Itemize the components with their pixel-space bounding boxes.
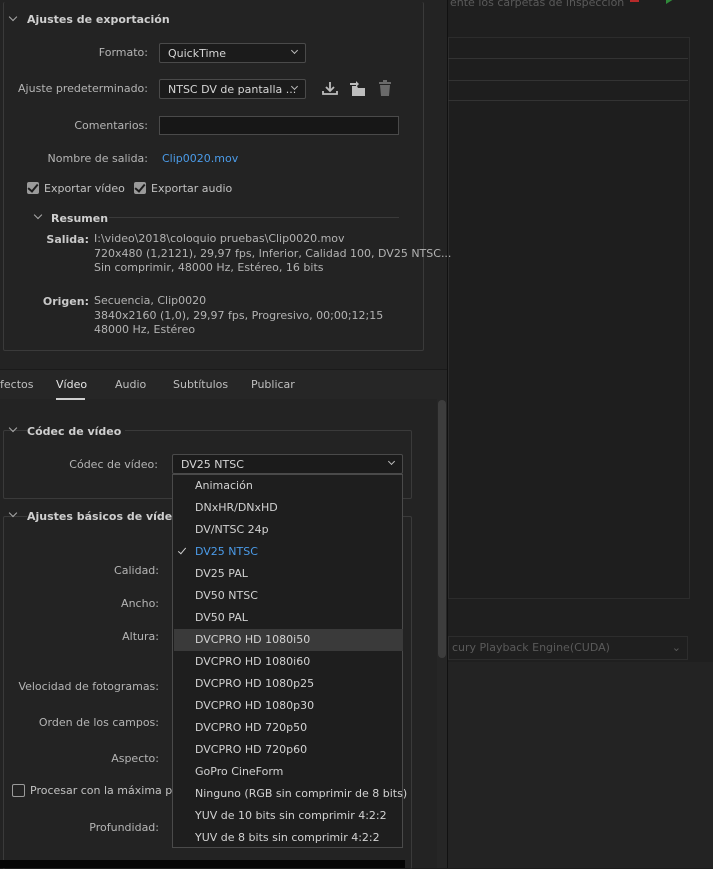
aspect-label: Aspecto: (111, 752, 159, 765)
summary-output-text: I:\video\2018\coloquio pruebas\Clip0020.… (94, 232, 451, 276)
format-value: QuickTime (168, 47, 227, 60)
divider (448, 100, 688, 101)
codec-option[interactable]: DVCPRO HD 1080i60 (174, 651, 403, 673)
summary-source-line: 48000 Hz, Estéreo (94, 323, 196, 336)
summary-output-key: Salida: (46, 233, 89, 246)
format-select[interactable]: QuickTime (159, 43, 306, 63)
summary-output-line: 720x480 (1,2121), 29,97 fps, Inferior, C… (94, 246, 452, 260)
codec-option[interactable]: DNxHR/DNxHD (174, 497, 403, 519)
export-video-checkbox[interactable] (27, 181, 39, 194)
export-settings-panel: Ajustes de exportación Formato: QuickTim… (0, 0, 451, 869)
tab-video[interactable]: Vídeo (56, 378, 87, 391)
chevron-down-icon: ⌄ (671, 641, 681, 654)
summary-source-line: Secuencia, Clip0020 (94, 294, 207, 307)
video-codec-dropdown-list: Animación DNxHR/DNxHD DV/NTSC 24p DV25 NTSC… (172, 474, 407, 849)
codec-option[interactable]: DV50 NTSC (174, 585, 403, 607)
height-label: Altura: (122, 630, 159, 643)
summary-source-key: Origen: (42, 295, 89, 308)
chevron-down-icon (387, 457, 396, 466)
background-lower-panel (448, 662, 713, 868)
codec-option[interactable]: DV50 PAL (174, 607, 403, 629)
width-label: Ancho: (121, 597, 159, 610)
summary-heading: Resumen (51, 212, 109, 225)
divider (448, 58, 688, 59)
summary-output-line: Sin comprimir, 48000 Hz, Estéreo, 16 bit… (94, 261, 324, 274)
codec-option-label: DV25 NTSC (195, 545, 258, 558)
codec-option[interactable]: DVCPRO HD 1080p30 (174, 695, 403, 717)
codec-option[interactable]: DVCPRO HD 1080p25 (174, 673, 403, 695)
codec-option[interactable]: YUV de 8 bits sin comprimir 4:2:2 (174, 827, 403, 849)
basic-video-heading: Ajustes básicos de vídeo (27, 510, 184, 523)
play-icon[interactable] (666, 0, 674, 4)
summary-output-line: I:\video\2018\coloquio pruebas\Clip0020.… (94, 232, 345, 245)
codec-option[interactable]: DVCPRO HD 720p50 (174, 717, 403, 739)
renderer-select[interactable]: cury Playback Engine(CUDA) ⌄ (448, 636, 688, 660)
export-video-label: Exportar vídeo (44, 182, 125, 195)
import-preset-icon[interactable] (348, 80, 368, 98)
comments-label: Comentarios: (74, 119, 148, 132)
divider (448, 80, 688, 81)
bottom-bar (0, 860, 405, 868)
format-label: Formato: (98, 46, 148, 59)
checkmark-icon (177, 545, 187, 555)
video-codec-select[interactable]: DV25 NTSC (172, 454, 403, 474)
preset-label: Ajuste predeterminado: (18, 82, 148, 95)
field-order-label: Orden de los campos: (38, 716, 159, 729)
active-tab-indicator (56, 398, 85, 400)
tab-captions[interactable]: Subtítulos (173, 378, 228, 391)
codec-option[interactable]: Ninguno (RGB sin comprimir de 8 bits) (174, 783, 407, 805)
output-name-label: Nombre de salida: (47, 152, 148, 165)
background-list-box (448, 37, 690, 599)
chevron-down-icon (290, 46, 299, 55)
export-audio-label: Exportar audio (151, 182, 233, 195)
depth-label: Profundidad: (89, 821, 159, 834)
checkmark-icon (27, 181, 39, 193)
summary-source-text: Secuencia, Clip0020 3840x2160 (1,0), 29,… (94, 294, 383, 338)
export-audio-checkbox[interactable] (134, 181, 146, 194)
save-preset-icon[interactable] (321, 80, 339, 96)
codec-option[interactable]: DVCPRO HD 720p60 (174, 739, 403, 761)
comments-input[interactable] (159, 116, 399, 135)
preset-select[interactable]: NTSC DV de pantalla ... (159, 79, 306, 99)
tab-effects[interactable]: fectos (0, 378, 33, 391)
summary-source-line: 3840x2160 (1,0), 29,97 fps, Progresivo, … (94, 308, 384, 322)
preset-value: NTSC DV de pantalla ... (168, 83, 297, 96)
background-header-text: ente los carpetas de inspección (450, 0, 625, 9)
video-codec-label: Códec de vídeo: (69, 458, 158, 471)
codec-option[interactable]: DV25 PAL (174, 563, 403, 585)
codec-option[interactable]: YUV de 10 bits sin comprimir 4:2:2 (174, 805, 403, 827)
codec-option[interactable]: GoPro CineForm (174, 761, 403, 783)
codec-option[interactable]: DV25 NTSC (174, 541, 403, 563)
checkmark-icon (134, 181, 146, 193)
video-codec-heading: Códec de vídeo (27, 425, 126, 438)
codec-option[interactable]: Animación (174, 475, 403, 497)
summary-divider (109, 217, 399, 218)
stop-icon[interactable] (630, 0, 639, 2)
scrollbar-thumb[interactable] (438, 400, 446, 658)
codec-option[interactable]: DVCPRO HD 1080i50 (174, 629, 403, 651)
renderer-value: cury Playback Engine(CUDA) (452, 641, 610, 654)
quality-label: Calidad: (114, 564, 159, 577)
video-codec-value: DV25 NTSC (181, 458, 244, 471)
codec-option[interactable]: DV/NTSC 24p (174, 519, 403, 541)
export-settings-heading: Ajustes de exportación (27, 13, 170, 26)
tab-publish[interactable]: Publicar (251, 378, 295, 391)
max-render-depth-label: Procesar con la máxima prof (30, 784, 188, 797)
frame-rate-label: Velocidad de fotogramas: (18, 680, 159, 693)
output-name-link[interactable]: Clip0020.mov (162, 152, 238, 165)
trash-icon[interactable] (377, 80, 393, 97)
max-render-depth-checkbox[interactable] (12, 784, 25, 797)
tab-audio[interactable]: Audio (115, 378, 146, 391)
